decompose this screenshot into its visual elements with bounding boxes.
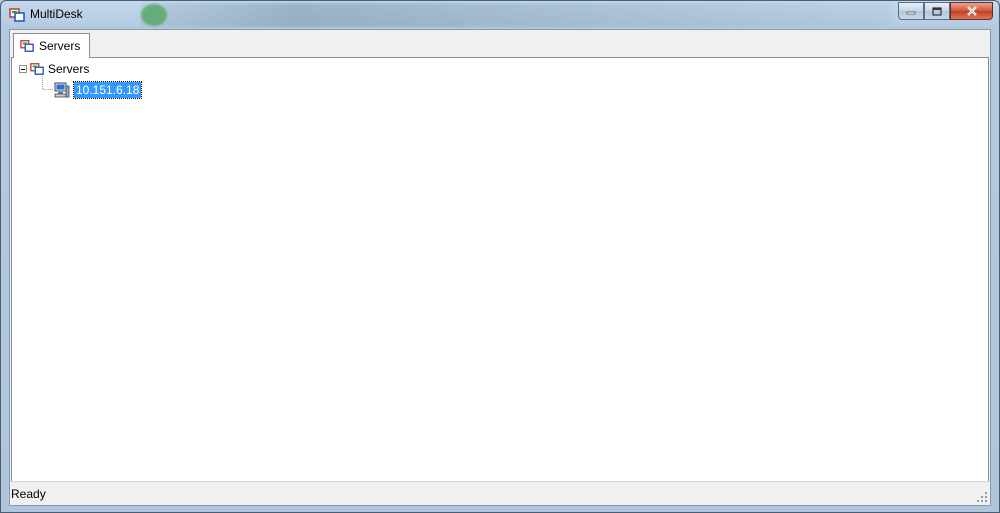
servers-icon bbox=[20, 40, 34, 52]
status-text: Ready bbox=[11, 487, 46, 501]
resize-grip-icon[interactable] bbox=[976, 491, 988, 503]
close-button[interactable] bbox=[950, 2, 993, 20]
tree-connector bbox=[43, 89, 53, 90]
client-area: Servers Servers 10.151.6.18 Ready bbox=[9, 29, 991, 506]
minimize-button[interactable] bbox=[898, 2, 924, 20]
server-tree[interactable]: Servers 10.151.6.18 bbox=[11, 57, 989, 482]
window-title: MultiDesk bbox=[30, 7, 83, 21]
tab-strip: Servers bbox=[10, 30, 990, 58]
close-icon bbox=[966, 6, 977, 16]
collapse-toggle[interactable] bbox=[19, 65, 27, 73]
tree-node-label: Servers bbox=[48, 62, 90, 76]
title-bar[interactable]: MultiDesk bbox=[1, 1, 999, 29]
blurred-badge bbox=[141, 4, 167, 26]
tree-node-servers[interactable]: Servers bbox=[19, 60, 89, 78]
tab-servers[interactable]: Servers bbox=[13, 33, 90, 58]
app-window: MultiDesk Servers Servers 10.151.6.18 Re… bbox=[0, 0, 1000, 513]
computer-icon bbox=[54, 82, 70, 98]
tree-node-server[interactable]: 10.151.6.18 bbox=[54, 81, 143, 99]
caption-buttons bbox=[898, 2, 993, 21]
maximize-button[interactable] bbox=[924, 2, 950, 20]
servers-icon bbox=[30, 63, 44, 75]
minimize-icon bbox=[906, 11, 916, 15]
tab-label: Servers bbox=[39, 39, 81, 53]
blurred-region bbox=[141, 3, 891, 27]
status-bar: Ready bbox=[10, 481, 990, 505]
tree-node-label: 10.151.6.18 bbox=[72, 81, 143, 99]
multidesk-icon[interactable] bbox=[9, 7, 25, 23]
maximize-icon bbox=[932, 6, 942, 16]
